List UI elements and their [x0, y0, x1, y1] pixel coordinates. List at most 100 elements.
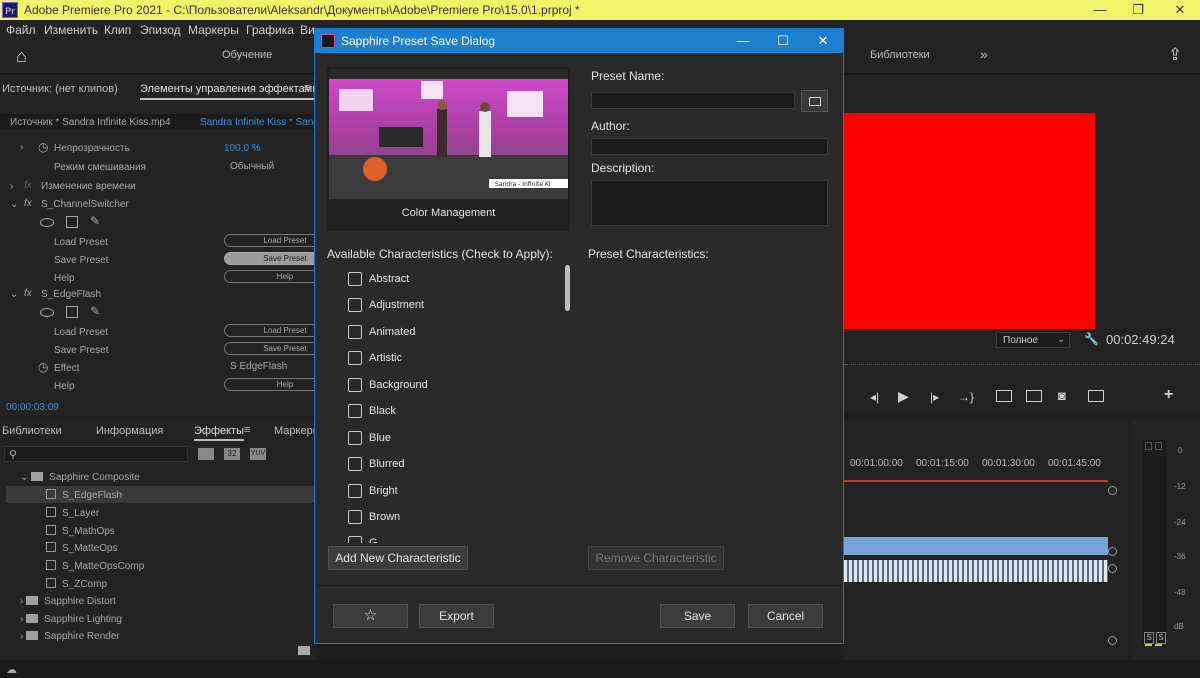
preset-name-input[interactable]: [591, 92, 795, 109]
checkbox[interactable]: [348, 510, 362, 524]
wrench-icon[interactable]: 🔧: [1084, 332, 1099, 346]
menu-edit[interactable]: Изменить: [44, 23, 98, 37]
export-button[interactable]: Export: [419, 604, 494, 628]
minimize-icon[interactable]: —: [1080, 0, 1120, 20]
workspace-learning[interactable]: Обучение: [222, 49, 272, 61]
compare-icon[interactable]: [1088, 390, 1104, 402]
cancel-button[interactable]: Cancel: [748, 604, 823, 628]
dialog-minimize-icon[interactable]: —: [723, 29, 763, 53]
characteristic-animated[interactable]: Animated: [348, 324, 548, 342]
checkbox[interactable]: [348, 484, 362, 498]
characteristic-adjustment[interactable]: Adjustment: [348, 297, 548, 315]
effect-value[interactable]: S EdgeFlash: [230, 361, 287, 372]
audio-clip[interactable]: [844, 560, 1108, 582]
video-clip[interactable]: [844, 537, 1108, 555]
clip-indicator-left[interactable]: [1145, 442, 1152, 450]
expand-icon[interactable]: ›: [10, 181, 13, 192]
camera-icon[interactable]: ◙: [1058, 388, 1066, 403]
yuv-effects-icon[interactable]: YUV: [250, 448, 266, 460]
new-bin-icon[interactable]: [298, 646, 310, 655]
characteristic-artistic[interactable]: Artistic: [348, 350, 548, 368]
share-icon[interactable]: ⇪: [1168, 45, 1182, 65]
tree-item-s-mathops[interactable]: S_MathOps: [46, 525, 115, 537]
add-button-icon[interactable]: +: [1164, 386, 1173, 404]
workspace-more-icon[interactable]: »: [980, 46, 988, 62]
checkbox[interactable]: [348, 351, 362, 365]
checkbox[interactable]: [348, 378, 362, 392]
work-area-bar[interactable]: [844, 480, 1108, 482]
checkbox[interactable]: [348, 536, 362, 543]
accelerated-effects-icon[interactable]: [198, 448, 214, 460]
characteristics-scrollbar-thumb[interactable]: [565, 265, 570, 311]
tree-folder-sapphire-distort[interactable]: › Sapphire Distort: [20, 596, 116, 607]
panel-menu-icon[interactable]: ≡: [244, 424, 250, 436]
menu-clip[interactable]: Клип: [104, 23, 131, 37]
checkbox[interactable]: [348, 298, 362, 312]
fit-dropdown[interactable]: Полное ⌄: [996, 332, 1070, 348]
characteristic-background[interactable]: Background: [348, 377, 548, 395]
tab-info[interactable]: Информация: [96, 425, 163, 437]
pen-mask-icon[interactable]: ✎: [90, 214, 100, 228]
dialog-close-icon[interactable]: ✕: [803, 29, 843, 53]
browse-folder-button[interactable]: [801, 90, 828, 112]
favorite-star-button[interactable]: ☆: [333, 604, 408, 628]
home-icon[interactable]: ⌂: [16, 46, 27, 67]
scroll-handle-icon[interactable]: [1108, 564, 1117, 573]
tree-folder-sapphire-render[interactable]: › Sapphire Render: [20, 631, 120, 642]
workspace-libraries[interactable]: Библиотеки: [870, 49, 930, 61]
tab-effects[interactable]: Эффекты: [194, 425, 245, 441]
menu-graphics[interactable]: Графика: [246, 23, 294, 37]
stopwatch-icon[interactable]: ◷: [38, 360, 48, 374]
program-timecode[interactable]: 00:02:49:24: [1106, 332, 1175, 347]
effects-search-input[interactable]: ⚲: [4, 446, 188, 462]
step-back-icon[interactable]: ◂|: [870, 390, 879, 404]
checkbox[interactable]: [348, 457, 362, 471]
effect-controls-timecode[interactable]: 00:00:03:09: [6, 402, 59, 413]
menu-markers[interactable]: Маркеры: [188, 23, 239, 37]
ellipse-mask-icon[interactable]: [40, 218, 54, 227]
tree-item-s-zcomp[interactable]: S_ZComp: [46, 578, 107, 590]
menu-view[interactable]: Ви: [300, 23, 315, 37]
step-forward-icon[interactable]: |▸: [930, 390, 939, 404]
tree-item-s-layer[interactable]: S_Layer: [46, 507, 99, 519]
tree-folder-sapphire-composite[interactable]: ⌄ Sapphire Composite: [20, 472, 140, 483]
save-button[interactable]: Save: [660, 604, 735, 628]
cloud-sync-icon[interactable]: ☁: [6, 663, 17, 676]
collapse-icon[interactable]: ⌄: [10, 289, 18, 300]
clip-indicator-right[interactable]: [1155, 442, 1162, 450]
description-textarea[interactable]: [591, 180, 828, 226]
remove-characteristic-button[interactable]: Remove Characteristic: [588, 546, 724, 570]
author-input[interactable]: [591, 138, 828, 155]
tab-effect-controls[interactable]: Элементы управления эффектами: [140, 83, 319, 100]
solo-left-button[interactable]: S: [1144, 632, 1154, 644]
32bit-effects-icon[interactable]: 32: [224, 448, 240, 460]
checkbox[interactable]: [348, 325, 362, 339]
characteristic-blue[interactable]: Blue: [348, 430, 548, 448]
checkbox[interactable]: [348, 272, 362, 286]
blend-mode-value[interactable]: Обычный: [230, 161, 274, 172]
expand-icon[interactable]: ›: [20, 142, 23, 153]
lift-icon[interactable]: [996, 390, 1012, 402]
program-time-ruler[interactable]: [844, 364, 1200, 368]
clip-sequence[interactable]: Sandra Infinite Kiss * Sand: [200, 117, 319, 128]
close-icon[interactable]: ✕: [1160, 0, 1200, 20]
tree-item-s-matteopscomp[interactable]: S_MatteOpsComp: [46, 560, 144, 572]
characteristic-partial[interactable]: G: [348, 535, 548, 543]
dialog-maximize-icon[interactable]: ☐: [763, 29, 803, 53]
scroll-handle-icon[interactable]: [1108, 636, 1117, 645]
collapse-icon[interactable]: ⌄: [10, 199, 18, 210]
tree-folder-sapphire-lighting[interactable]: › Sapphire Lighting: [20, 614, 122, 625]
checkbox[interactable]: [348, 404, 362, 418]
fx-icon[interactable]: fx: [24, 198, 32, 209]
play-icon[interactable]: ▶: [898, 388, 909, 405]
solo-right-button[interactable]: S: [1156, 632, 1166, 644]
characteristic-black[interactable]: Black: [348, 403, 548, 421]
rect-mask-icon[interactable]: [66, 306, 78, 318]
tree-item-s-edgeflash[interactable]: S_EdgeFlash: [46, 489, 122, 501]
ellipse-mask-icon[interactable]: [40, 308, 54, 317]
extract-icon[interactable]: [1026, 390, 1042, 402]
go-to-out-icon[interactable]: →}: [958, 390, 974, 404]
tab-libraries[interactable]: Библиотеки: [2, 425, 62, 437]
rect-mask-icon[interactable]: [66, 216, 78, 228]
add-characteristic-button[interactable]: Add New Characteristic: [328, 546, 468, 570]
